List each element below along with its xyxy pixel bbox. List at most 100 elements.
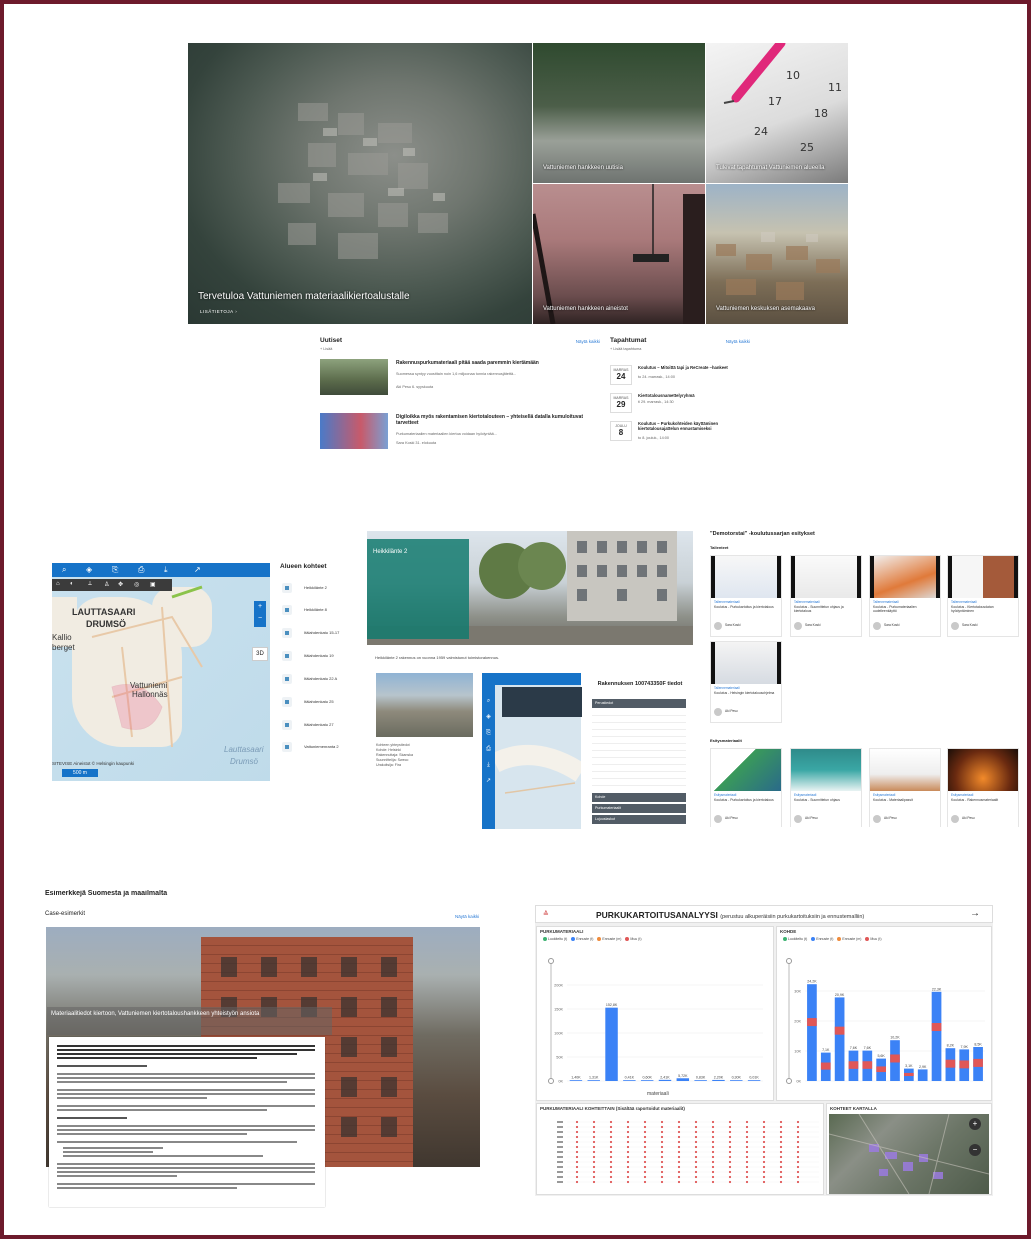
mini-map-tool-icons[interactable]: ⌕ ◈ ⎘ ⎙ ⤓ ↗ [482,693,495,789]
news-item[interactable]: Digiloikka myös rakentamisen kiertotalou… [320,413,600,449]
arrow-right-icon[interactable]: → [970,908,980,919]
matrix-dot [711,1150,715,1154]
home-icon[interactable]: ⌂ [56,581,60,587]
material-card[interactable]: Esitysmateriaali Koulutus - Rakennusmate… [947,748,1019,827]
area-item[interactable]: Itälahdenkatu 27 [282,718,360,732]
move-icon[interactable]: ✥ [118,581,123,588]
info-section-header[interactable]: Purkumateriaalit [592,804,686,813]
matrix-dot [660,1175,664,1179]
print-icon[interactable]: ⎙ [138,565,144,575]
matrix-dot [643,1160,647,1164]
row-label [557,1176,563,1178]
external-link-icon[interactable]: ↗ [194,565,201,574]
news-item-title[interactable]: Rakennuspurkumateriaali pitää saada pare… [396,360,596,366]
area-item[interactable]: Itälahdenkatu 22 A [282,672,360,686]
matrix-dot [796,1135,800,1139]
layers-icon[interactable]: ◈ [86,565,92,574]
walk-icon[interactable]: ♙ [104,581,109,588]
matrix-dot [796,1120,800,1124]
zoom-controls[interactable]: + − [254,601,266,627]
building-photo[interactable] [376,673,473,737]
event-title[interactable]: Kiertotalousnamettelyryhmä [638,393,748,398]
news-item[interactable]: Rakennuspurkumateriaali pitää saada pare… [320,359,600,395]
location-icon[interactable]: ◎ [134,581,139,588]
event-item[interactable]: MARRAS 24 Koulutus – Mitoittä tapi ja ReC… [610,363,750,389]
matrix-dot [592,1165,596,1169]
data-label: 1,40K [571,1076,581,1080]
video-card[interactable]: Tallennemateriaali Koulutus - Helsingin … [710,641,782,723]
camera-icon[interactable]: ▣ [150,581,156,588]
matrix-dot [677,1140,681,1144]
video-card[interactable]: Tallennemateriaali Koulutus - Purkukarto… [710,555,782,637]
material-card[interactable]: Esitysmateriaali Koulutus - Suunnittelun… [790,748,862,827]
material-matrix [557,1120,819,1184]
info-section-header[interactable]: Kohde [592,793,686,802]
hero-news-tile[interactable]: Vattuniemen hankkeen uutisia [533,43,705,183]
area-item[interactable]: Vattuniemenranta 2 [282,740,360,754]
matrix-dot [745,1120,749,1124]
event-title[interactable]: Koulutus – Purkukohteiden käyttäminen ki… [638,421,748,431]
satellite-map[interactable]: + − [829,1114,989,1194]
text-line [57,1187,237,1189]
matrix-dot [728,1180,732,1184]
matrix-dot [796,1180,800,1184]
contrast-icon[interactable]: ◐ [70,581,74,587]
video-card[interactable]: Tallennemateriaali Koulutus - Suunnittel… [790,555,862,637]
hero-events-tile[interactable]: 10 11 17 18 24 25 Tulevat tapahtumat Vat… [706,43,848,183]
area-item[interactable]: Itälahdenkatu 25 [282,695,360,709]
text-line [57,1167,315,1169]
event-item[interactable]: MARRAS 29 Kiertotalousnamettelyryhmä ti 2… [610,391,750,417]
info-section-header[interactable]: Lujuuslaskut [592,815,686,824]
event-title[interactable]: Koulutus – Mitoittä tapi ja ReCreate –ha… [638,365,748,370]
hero-plan-tile[interactable]: Vattuniemen keskuksen asemakaava [706,184,848,324]
matrix-dot [643,1150,647,1154]
area-item[interactable]: Heikkilänte 2 [282,581,360,595]
material-card[interactable]: Esitysmateriaali Koulutus - Materiaalipa… [869,748,941,827]
event-item[interactable]: JOULU 8 Koulutus – Purkukohteiden käyttäm… [610,419,750,445]
hero-main-tile[interactable]: Tervetuloa Vattuniemen materiaalikiertoa… [188,43,532,324]
text-line [57,1081,287,1083]
bar [658,1079,672,1081]
video-card[interactable]: Tallennemateriaali Koulutus - Kiertotalo… [947,555,1019,637]
data-label: 0,01K [749,1076,759,1080]
matrix-dot [575,1145,579,1149]
text-line [63,1147,163,1149]
matrix-dot [677,1180,681,1184]
news-item-title[interactable]: Digiloikka myös rakentamisen kiertotalou… [396,414,596,426]
map-zoom-out[interactable]: − [969,1144,981,1156]
map-canvas[interactable]: LAUTTASAARI DRUMSÖ Kallio berget Vattuni… [52,577,270,781]
matrix-dot [609,1135,613,1139]
area-item[interactable]: Itälahdenkatu 19 [282,649,360,663]
videos-screenshot: "Demotorstai" -koulutussarjan esitykset … [710,531,1022,827]
share-icon[interactable]: ⎘ [112,565,118,575]
events-see-all-link[interactable]: Näytä kaikki [726,339,750,344]
hero-materials-tile[interactable]: Vattuniemen hankkeen aineistot [533,184,705,324]
search-icon[interactable]: ⌕ [62,565,66,575]
material-card[interactable]: Esitysmateriaali Koulutus - Purkukartoit… [710,748,782,827]
matrix-dot [796,1125,800,1129]
3d-button[interactable]: 3D [252,647,268,661]
matrix-dot [728,1170,732,1174]
matrix-dot [745,1150,749,1154]
cases-see-all-link[interactable]: Näytä kaikki [455,914,479,919]
video-category: Tallennemateriaali [714,600,740,604]
case-banner[interactable]: Materiaalitiedot kiertoon, Vattuniemen k… [47,1007,332,1035]
matrix-dot [762,1135,766,1139]
building-info-panel: Rakennuksen 100743350F tiedot Perustiedo… [592,673,688,829]
material-bar-chart: 0K 50K 100K 150K 200K 1,40K 1,31K 152,8K 0,41K 0,… [548,958,763,1084]
measure-icon[interactable]: ⟂ [88,581,92,588]
map-zoom-in[interactable]: + [969,1118,981,1130]
map-label: DRUMSÖ [86,619,126,629]
download-icon[interactable]: ⤓ [164,565,168,575]
news-add-button[interactable]: + Lisää [320,347,600,351]
row-label [557,1121,563,1123]
info-row [592,745,686,751]
events-add-button[interactable]: + Lisää tapahtuma [610,347,750,351]
hero-more-link[interactable]: LISÄTIETOJA › [200,309,237,314]
y-tick-label: 30K [794,990,801,994]
area-item[interactable]: Heikkilänte 8 [282,603,360,617]
area-item[interactable]: Itälahdenkatu 15-17 [282,626,360,640]
video-card[interactable]: Tallennemateriaali Koulutus - Purkumater… [869,555,941,637]
info-section-header[interactable]: Perustiedot [592,699,686,708]
news-see-all-link[interactable]: Näytä kaikki [576,339,600,344]
